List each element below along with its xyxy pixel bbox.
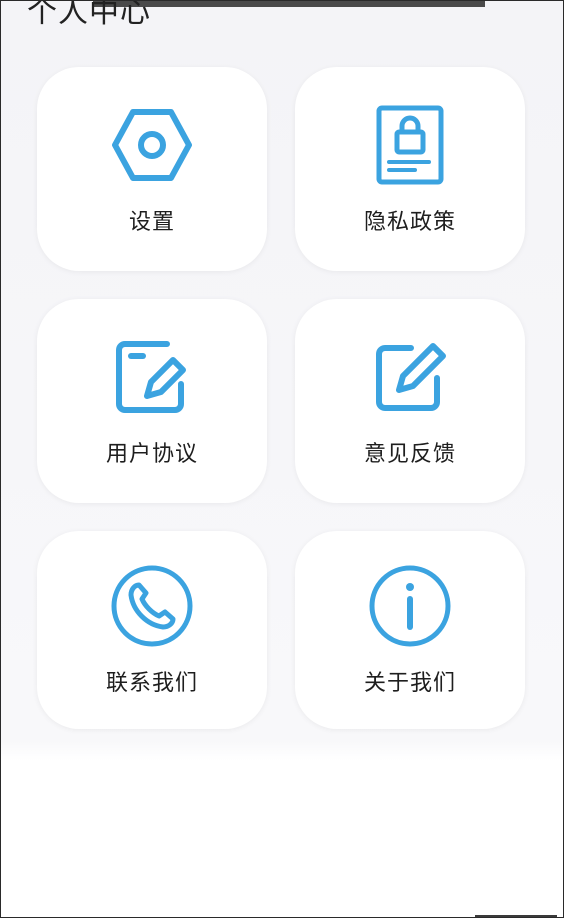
about-us-label: 关于我们	[363, 671, 456, 696]
feedback-label: 意见反馈	[363, 442, 456, 467]
status-strip	[93, 1, 485, 7]
home-indicator	[475, 915, 557, 917]
page-title: 个人中心	[27, 0, 151, 30]
settings-card[interactable]: 设置	[37, 67, 267, 271]
feedback-pencil-icon	[367, 334, 453, 420]
user-agreement-label: 用户协议	[105, 442, 198, 467]
privacy-policy-label: 隐私政策	[363, 210, 456, 235]
privacy-lock-document-icon	[367, 102, 453, 188]
settings-label: 设置	[128, 210, 175, 235]
phone-icon	[109, 563, 195, 649]
contact-us-label: 联系我们	[105, 671, 198, 696]
privacy-policy-card[interactable]: 隐私政策	[295, 67, 525, 271]
feedback-card[interactable]: 意见反馈	[295, 299, 525, 503]
contact-us-card[interactable]: 联系我们	[37, 531, 267, 729]
settings-hexagon-icon	[109, 102, 195, 188]
menu-grid: 设置 隐私政策 用户协议 意见反馈 联系我们 关于我们	[37, 67, 527, 729]
app-screen: 个人中心 设置 隐私政策 用户协议 意见反馈 联系我们 关于我们	[0, 0, 564, 918]
user-agreement-edit-icon	[109, 334, 195, 420]
about-us-card[interactable]: 关于我们	[295, 531, 525, 729]
user-agreement-card[interactable]: 用户协议	[37, 299, 267, 503]
info-icon	[367, 563, 453, 649]
